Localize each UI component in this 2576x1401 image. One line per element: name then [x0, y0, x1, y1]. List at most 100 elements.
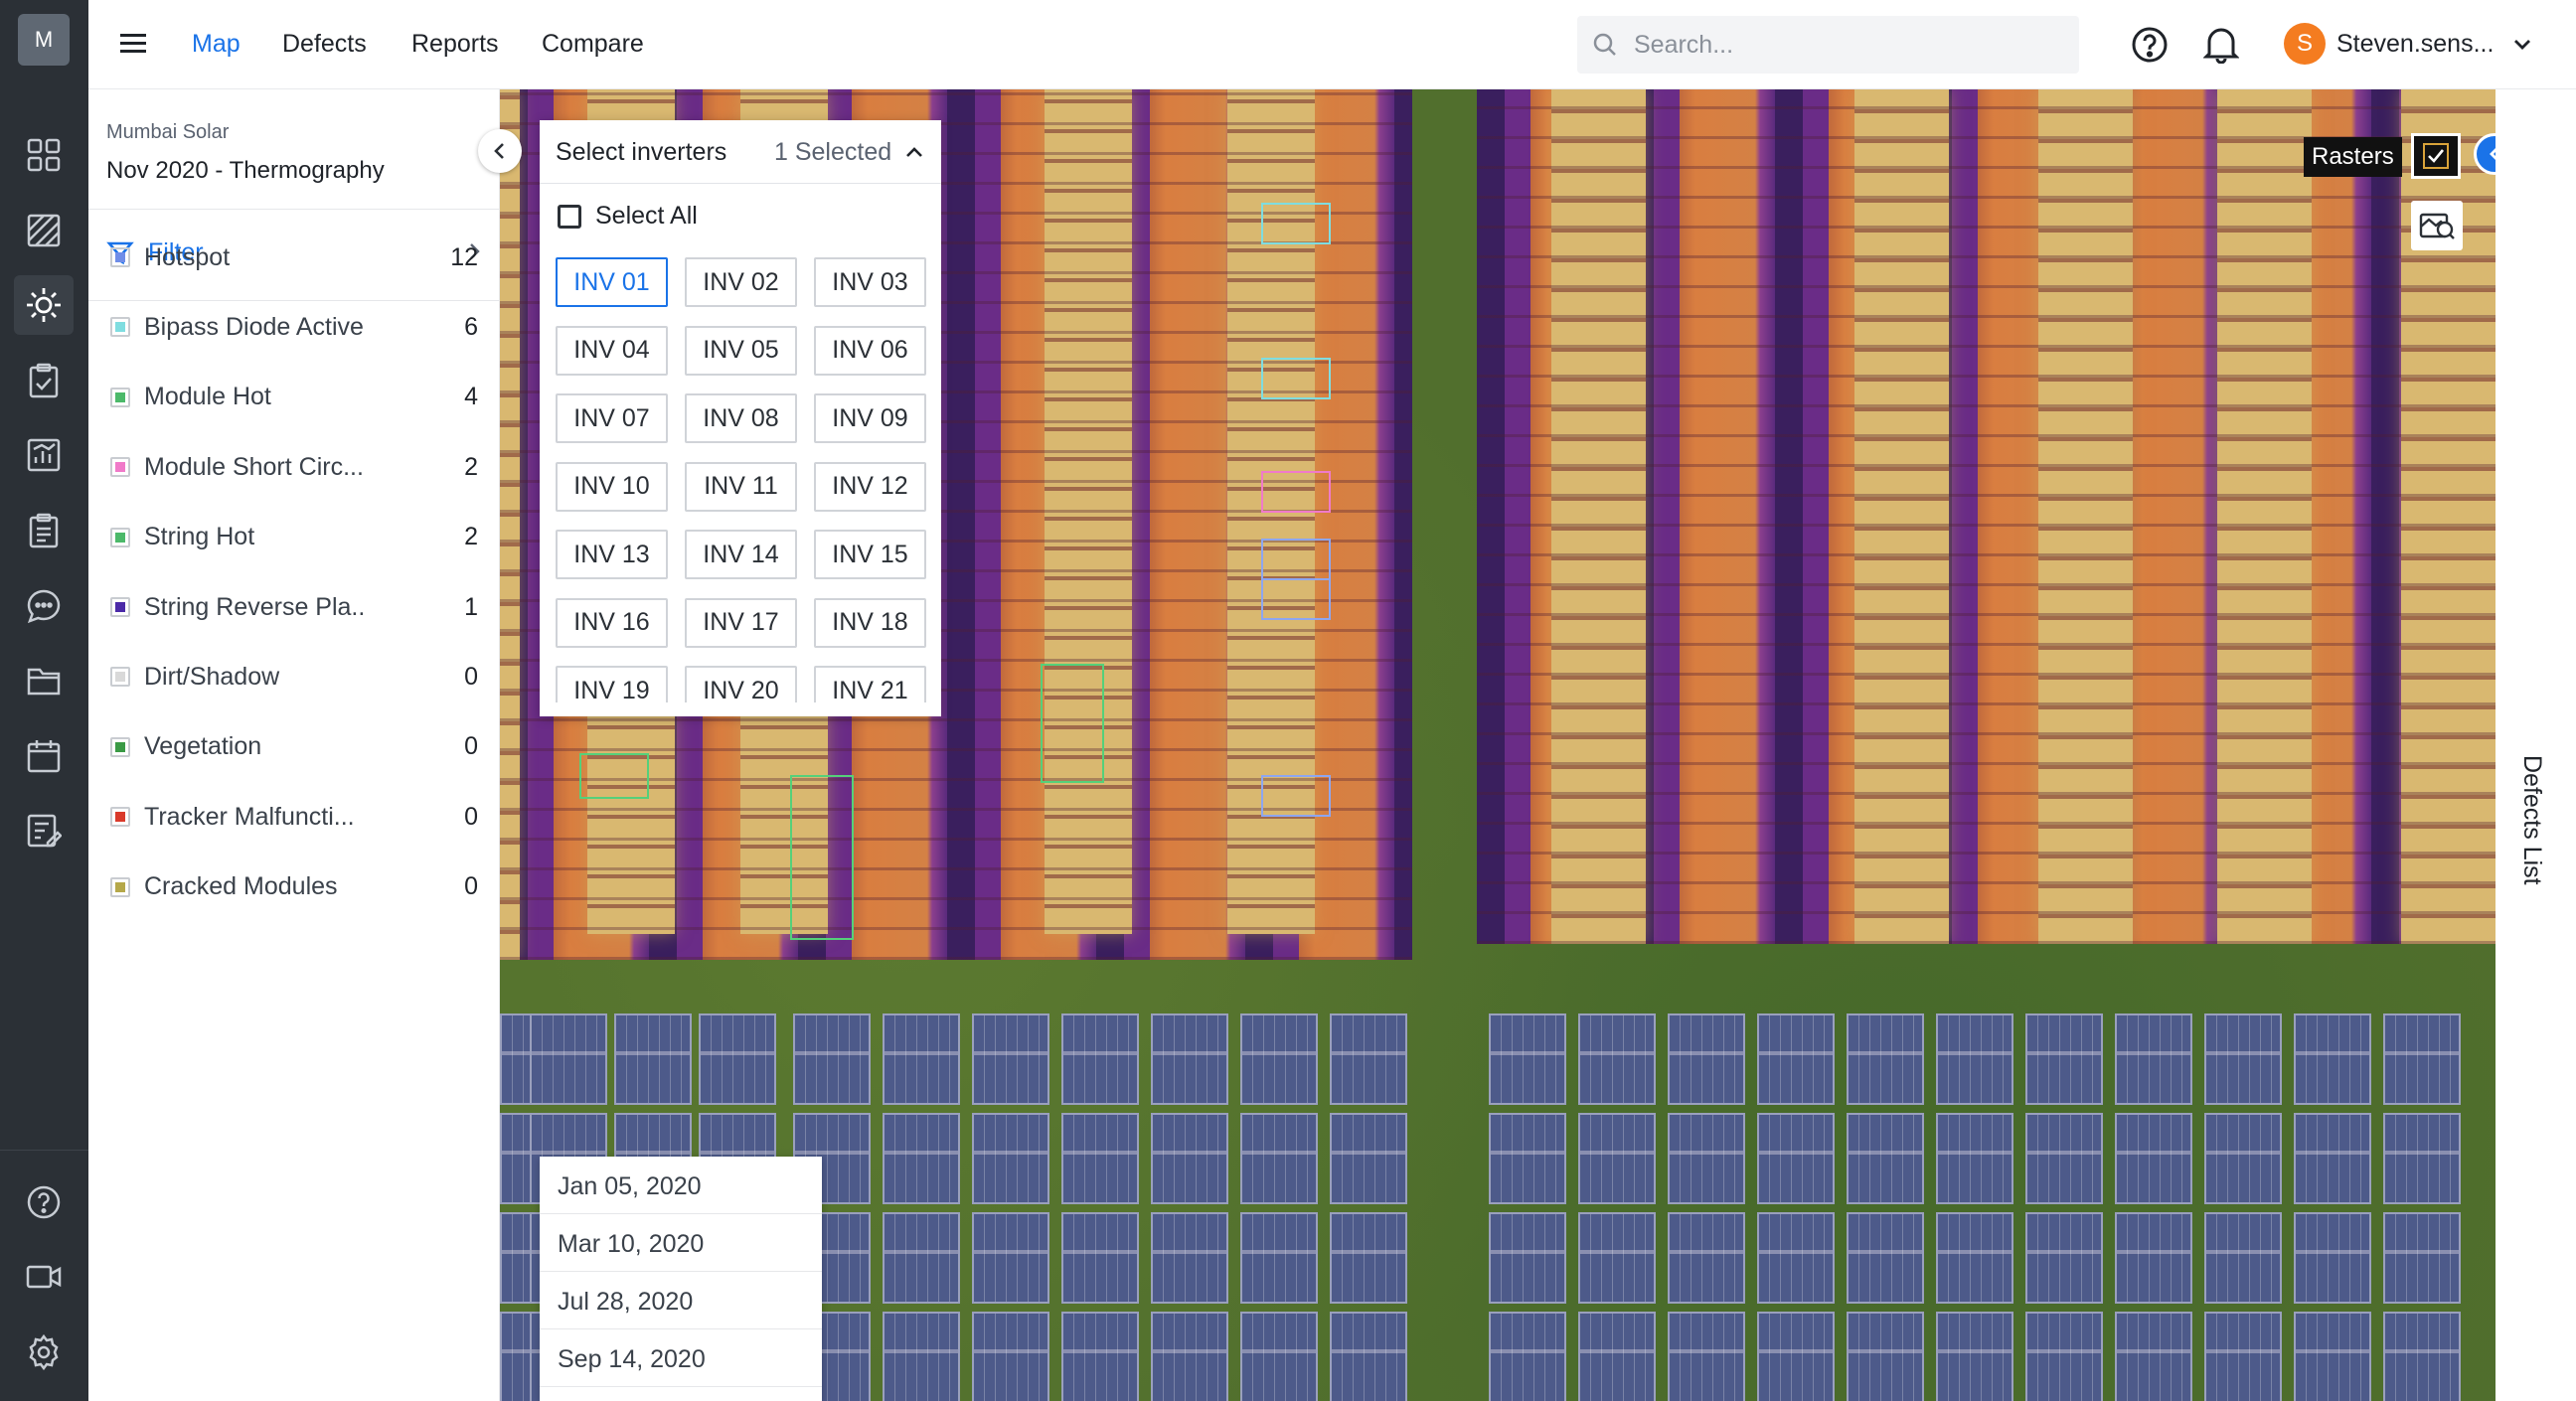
solar-panel-block: [1936, 1013, 2013, 1105]
solar-panel-block: [1489, 1312, 1566, 1401]
inverter-button[interactable]: INV 10: [556, 461, 668, 512]
defect-type-row[interactable]: Bipass Diode Active 6: [110, 307, 478, 347]
rail-divider: [0, 1150, 88, 1151]
date-option[interactable]: Jul 28, 2020: [540, 1272, 822, 1329]
chat-icon[interactable]: [14, 576, 74, 636]
solar-panel-block: [883, 1113, 960, 1204]
inverter-selector-header[interactable]: Select inverters 1 Selected: [540, 120, 941, 184]
defect-box[interactable]: [1261, 471, 1331, 513]
date-option[interactable]: Sep 14, 2020: [540, 1329, 822, 1387]
defect-box[interactable]: [1261, 775, 1331, 817]
notification-bell-icon[interactable]: [2202, 24, 2240, 69]
inverter-button[interactable]: INV 06: [814, 325, 926, 376]
defect-type-row[interactable]: Tracker Malfuncti... 0: [110, 797, 478, 837]
select-all-checkbox[interactable]: Select All: [558, 202, 698, 231]
compare-map-icon[interactable]: [2411, 201, 2463, 250]
search-input[interactable]: Search...: [1577, 16, 2079, 74]
defect-type-row[interactable]: Vegetation 0: [110, 727, 478, 767]
defect-type-count: 4: [464, 383, 478, 411]
solar-panel-block: [1668, 1113, 1745, 1204]
edit-document-icon[interactable]: [14, 801, 74, 860]
inverter-button[interactable]: INV 12: [814, 461, 926, 512]
solar-panel-block: [1847, 1113, 1924, 1204]
defect-type-row[interactable]: Dirt/Shadow 0: [110, 657, 478, 697]
inverter-button[interactable]: INV 09: [814, 393, 926, 443]
solar-panel-block: [2025, 1212, 2103, 1304]
folder-icon[interactable]: [14, 651, 74, 710]
avatar[interactable]: S: [2284, 23, 2326, 65]
solar-panel-block: [972, 1212, 1049, 1304]
inverter-button[interactable]: INV 16: [556, 597, 668, 648]
defects-list-tab[interactable]: Defects List: [2517, 755, 2546, 885]
inverter-button[interactable]: INV 17: [685, 597, 797, 648]
solar-panel-block: [1578, 1113, 1656, 1204]
inverter-button[interactable]: INV 07: [556, 393, 668, 443]
rasters-toggle[interactable]: [2411, 133, 2461, 179]
inverter-button[interactable]: INV 13: [556, 530, 668, 579]
help-circle-icon[interactable]: [14, 1172, 74, 1232]
solar-panel-block: [2383, 1312, 2461, 1401]
dashboard-icon[interactable]: [14, 125, 74, 185]
solar-panel-block: [2115, 1212, 2192, 1304]
chevron-down-icon[interactable]: [2511, 33, 2533, 60]
defect-type-label: Cracked Modules: [144, 872, 338, 901]
inverter-button[interactable]: INV 05: [685, 325, 797, 376]
inverter-button[interactable]: INV 11: [685, 461, 797, 512]
date-option[interactable]: Mar 10, 2020: [540, 1214, 822, 1272]
defect-type-row[interactable]: Cracked Modules 0: [110, 867, 478, 907]
nav-defects[interactable]: Defects: [282, 30, 367, 59]
defect-box[interactable]: [1261, 203, 1331, 244]
defect-type-row[interactable]: String Hot 2: [110, 518, 478, 557]
defect-box[interactable]: [790, 775, 854, 940]
defect-type-row[interactable]: Hotspot 12: [110, 237, 478, 277]
task-list-icon[interactable]: [14, 501, 74, 560]
nav-reports[interactable]: Reports: [411, 30, 499, 59]
inverter-button[interactable]: INV 15: [814, 530, 926, 579]
inverter-button[interactable]: INV 01: [556, 257, 668, 307]
hamburger-menu-icon[interactable]: [118, 30, 152, 60]
solar-panel-block: [1151, 1212, 1228, 1304]
defect-color-swatch: [110, 317, 130, 338]
date-option[interactable]: Jan 05, 2020: [540, 1157, 822, 1214]
defect-color-swatch: [110, 387, 130, 407]
inverter-button[interactable]: INV 18: [814, 597, 926, 648]
defect-type-row[interactable]: Module Short Circ... 2: [110, 447, 478, 487]
defect-box[interactable]: [1261, 358, 1331, 399]
solar-panel-block: [2204, 1212, 2282, 1304]
checklist-icon[interactable]: [14, 351, 74, 410]
top-bar: Map Defects Reports Compare Search... S …: [88, 0, 2576, 89]
defect-type-row[interactable]: String Reverse Pla.. 1: [110, 587, 478, 627]
defect-box[interactable]: [579, 753, 649, 799]
user-name[interactable]: Steven.sens...: [2336, 30, 2494, 59]
inverter-button[interactable]: INV 21: [814, 666, 926, 702]
defect-box[interactable]: [1041, 664, 1104, 783]
inverter-button[interactable]: INV 08: [685, 393, 797, 443]
nav-compare[interactable]: Compare: [542, 30, 644, 59]
sun-icon[interactable]: [14, 275, 74, 335]
report-chart-icon[interactable]: [14, 425, 74, 485]
settings-icon[interactable]: [14, 1323, 74, 1382]
inverter-button[interactable]: INV 19: [556, 666, 668, 702]
nav-map[interactable]: Map: [192, 30, 241, 59]
collapse-sidebar-button[interactable]: [478, 129, 522, 173]
solar-panel-block: [1330, 1113, 1407, 1204]
solar-panel-block: [1240, 1113, 1318, 1204]
inverter-button[interactable]: INV 02: [685, 257, 797, 307]
inverter-button[interactable]: INV 20: [685, 666, 797, 702]
inverter-button[interactable]: INV 03: [814, 257, 926, 307]
video-icon[interactable]: [14, 1247, 74, 1307]
solar-panel-block: [2294, 1212, 2371, 1304]
inverter-button[interactable]: INV 04: [556, 325, 668, 376]
solar-panel-block: [2025, 1113, 2103, 1204]
calendar-icon[interactable]: [14, 726, 74, 786]
map-layer-icon[interactable]: [14, 201, 74, 260]
defect-color-swatch: [110, 667, 130, 688]
help-icon[interactable]: [2131, 26, 2169, 69]
defect-type-row[interactable]: Module Hot 4: [110, 378, 478, 417]
defect-box[interactable]: [1261, 578, 1331, 620]
defect-box[interactable]: [1261, 539, 1331, 580]
inverter-button[interactable]: INV 14: [685, 530, 797, 579]
solar-panel-block: [1330, 1212, 1407, 1304]
org-logo[interactable]: M: [18, 14, 70, 66]
solar-panel-block: [2204, 1113, 2282, 1204]
